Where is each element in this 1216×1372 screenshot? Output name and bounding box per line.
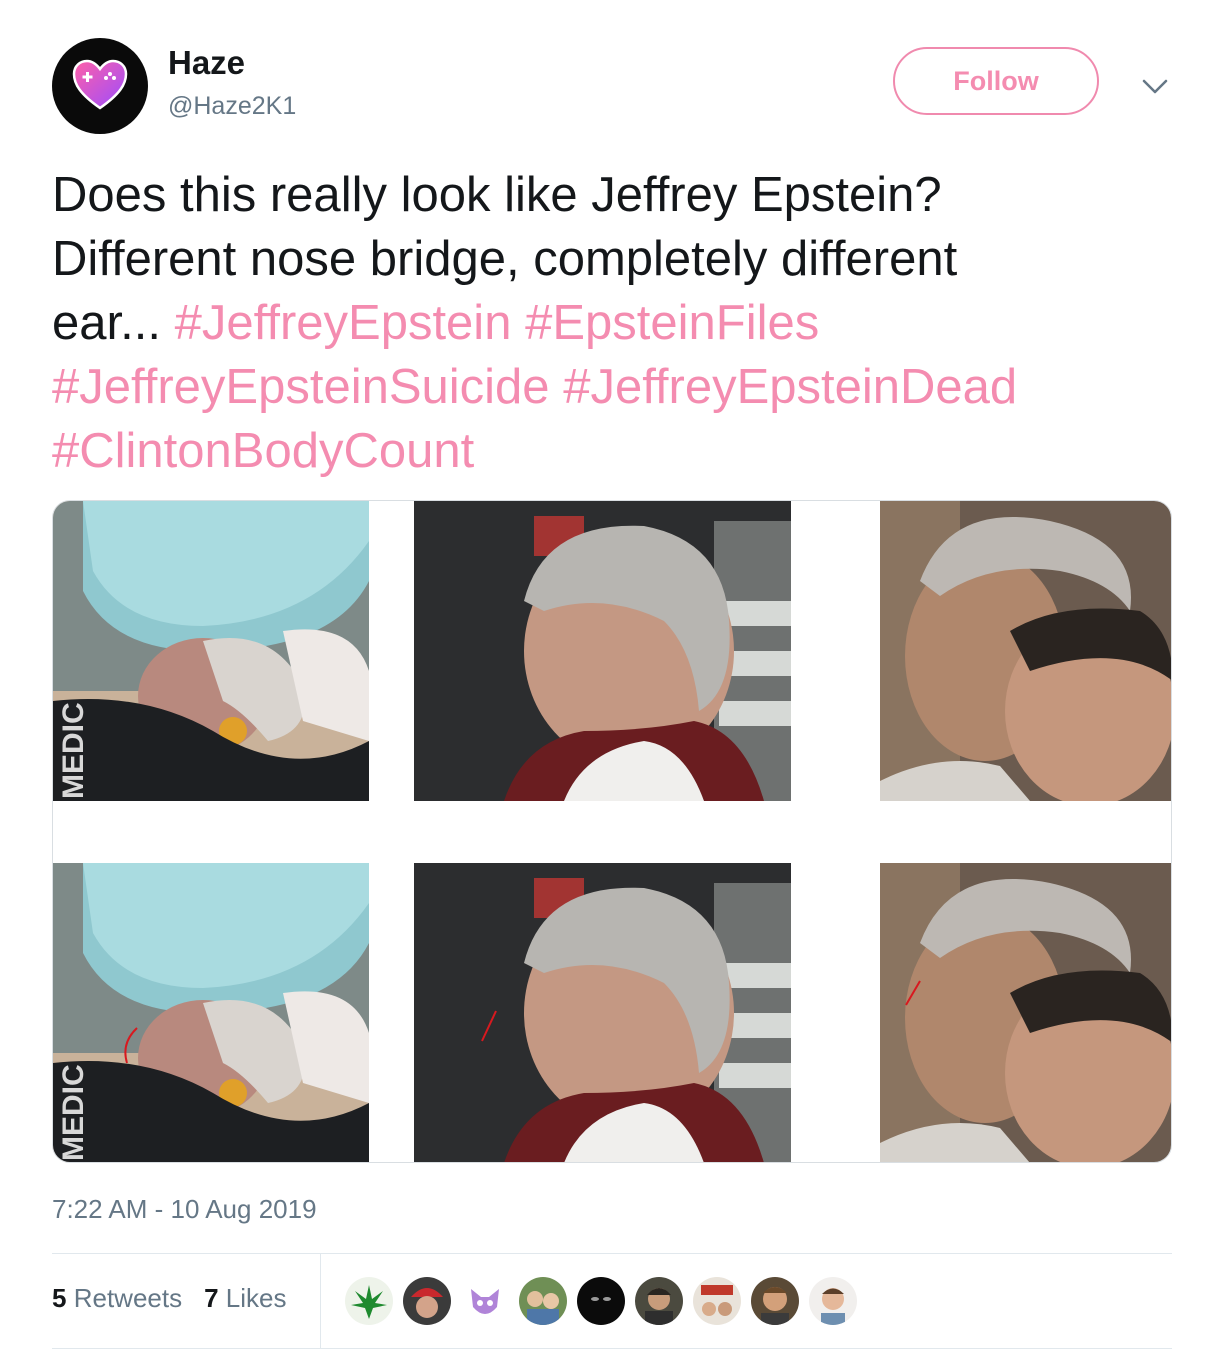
liker-avatar[interactable] [344,1276,394,1326]
liker-avatar[interactable] [692,1276,742,1326]
liker-avatar[interactable] [808,1276,858,1326]
tweet-text-line: #ClintonBodyCount [52,419,1172,483]
tweet-text-line: Does this really look like Jeffrey Epste… [52,168,942,222]
retweets-count: 5 [52,1283,67,1313]
stats-separator [320,1254,321,1348]
heart-gamepad-icon [72,59,128,110]
chevron-down-icon[interactable] [1140,74,1170,98]
liker-avatar[interactable] [460,1276,510,1326]
tweet-text-line: #JeffreyEpsteinSuicide #JeffreyEpsteinDe… [52,355,1172,419]
tweet-text-line: Different nose bridge, completely differ… [52,232,958,286]
hashtag-link[interactable]: #ClintonBodyCount [52,424,474,478]
tweet-stats: 5 Retweets 7 Likes [52,1283,287,1314]
tweet-text: Does this really look like Jeffrey Epste… [52,163,1172,483]
medic-text: MEDIC [57,1064,90,1161]
tweet-timestamp[interactable]: 7:22 AM - 10 Aug 2019 [52,1194,317,1225]
likes-stat[interactable]: 7 Likes [204,1283,286,1314]
follow-button[interactable]: Follow [893,47,1099,115]
user-avatar[interactable] [52,38,148,134]
divider [52,1348,1172,1349]
photo-profile-2[interactable] [414,501,791,801]
photo-profile-2-annotated[interactable] [414,863,791,1162]
likes-label: Likes [225,1283,287,1313]
liker-avatar[interactable] [750,1276,800,1326]
retweets-stat[interactable]: 5 Retweets [52,1283,182,1314]
liker-avatar[interactable] [576,1276,626,1326]
photo-profile-3-annotated[interactable] [880,863,1171,1162]
tweet-media[interactable]: MEDIC MEDIC [52,500,1172,1163]
retweets-label: Retweets [73,1283,183,1313]
hashtag-link[interactable]: #JeffreyEpsteinDead [563,360,1017,414]
tweet-header: Haze @Haze2K1 Follow [0,0,1216,160]
hashtag-link[interactable]: #JeffreyEpstein [175,296,512,350]
hashtag-link[interactable]: #EpsteinFiles [525,296,819,350]
photo-medic-profile-annotated[interactable]: MEDIC [53,863,369,1162]
photo-profile-3[interactable] [880,501,1171,801]
display-name[interactable]: Haze [168,44,245,82]
medic-text: MEDIC [57,702,90,799]
tweet-text-line: ear... #JeffreyEpstein #EpsteinFiles [52,291,1172,355]
divider [52,1253,1172,1254]
hashtag-link[interactable]: #JeffreyEpsteinSuicide [52,360,550,414]
likes-count: 7 [204,1283,219,1313]
user-handle[interactable]: @Haze2K1 [168,92,296,121]
liker-avatar[interactable] [634,1276,684,1326]
liker-avatar[interactable] [518,1276,568,1326]
tweet-text-fragment: ear... [52,296,161,350]
liker-avatar[interactable] [402,1276,452,1326]
photo-medic-profile[interactable]: MEDIC [53,501,369,801]
